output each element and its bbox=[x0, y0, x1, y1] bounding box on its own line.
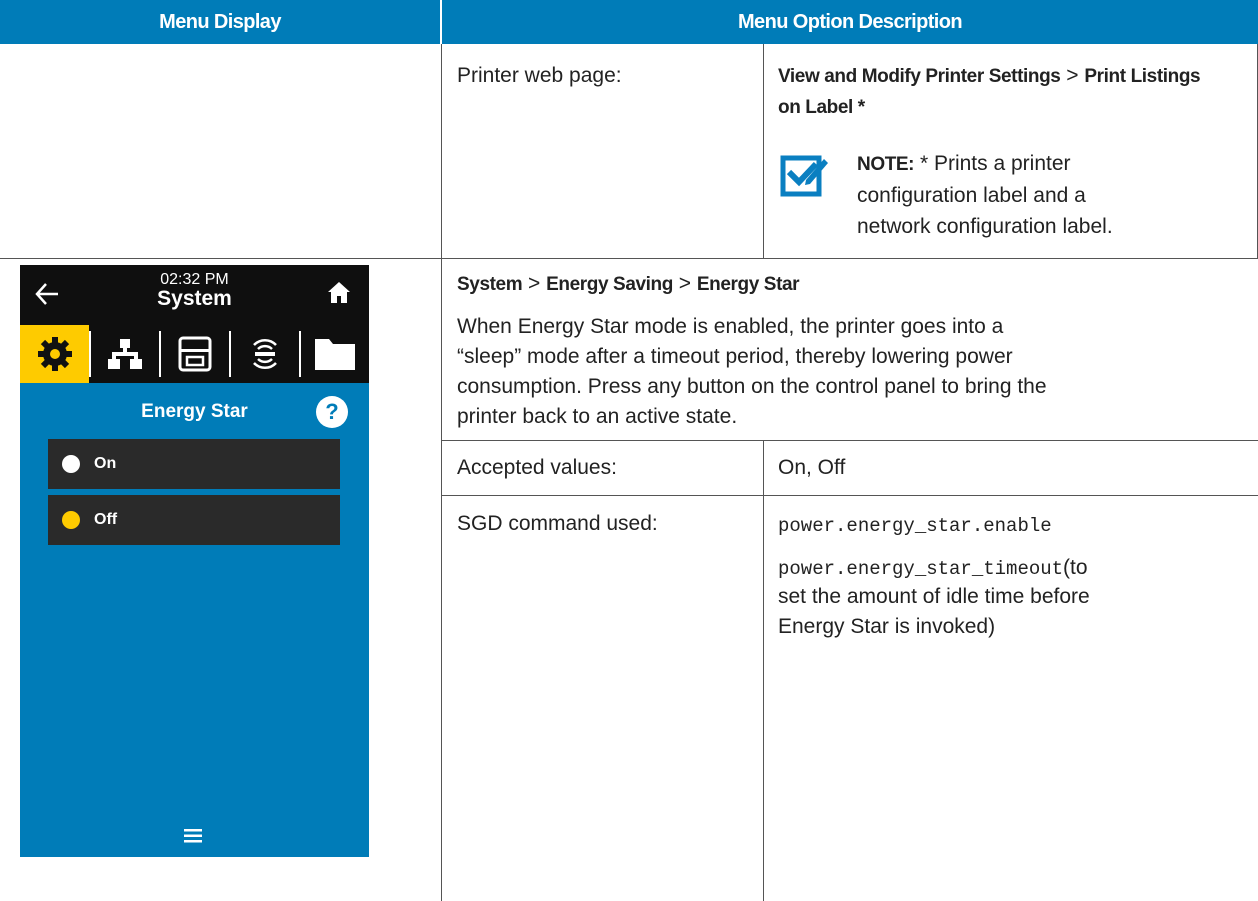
path-on-label: on Label * bbox=[778, 97, 865, 118]
sgd-note-line-1: set the amount of idle time before bbox=[778, 585, 1090, 608]
description-line-3: consumption. Press any button on the con… bbox=[457, 375, 1047, 398]
radio-unselected-icon bbox=[62, 455, 80, 473]
col-divider-main bbox=[441, 44, 442, 901]
note-line-1: * Prints a printer bbox=[919, 152, 1071, 175]
sgd-command-1: power.energy_star.enable bbox=[778, 515, 1052, 537]
note-icon bbox=[780, 150, 830, 200]
path-energy-saving: Energy Saving bbox=[546, 274, 673, 295]
tab-storage[interactable] bbox=[301, 325, 369, 383]
path-sep-1: > bbox=[528, 272, 541, 295]
sgd-command-2-suffix: (to bbox=[1063, 556, 1088, 579]
description-line-4: printer back to an active state. bbox=[457, 405, 738, 428]
energy-star-path: System > Energy Saving > Energy Star bbox=[457, 270, 800, 299]
option-off-label: Off bbox=[94, 511, 118, 528]
sgd-note: set the amount of idle time before Energ… bbox=[778, 582, 1248, 642]
col-divider-inner-row1 bbox=[763, 44, 764, 258]
accepted-values-label: Accepted values: bbox=[457, 456, 617, 479]
path-separator: > bbox=[1066, 64, 1079, 87]
wireless-icon bbox=[253, 338, 277, 370]
printer-web-page-path: View and Modify Printer Settings > Print… bbox=[778, 62, 1248, 91]
header-menu-display: Menu Display bbox=[0, 0, 440, 44]
header-menu-option-description: Menu Option Description bbox=[442, 0, 1258, 44]
path-system: System bbox=[457, 274, 523, 295]
tab-connection[interactable] bbox=[231, 325, 299, 383]
option-on-label: On bbox=[94, 455, 117, 472]
printer-display-screen: 02:32 PM System Energy Star ? On Off bbox=[20, 265, 369, 857]
option-off[interactable]: Off bbox=[48, 495, 340, 545]
radio-selected-icon bbox=[62, 511, 80, 529]
accepted-values-value: On, Off bbox=[778, 456, 846, 479]
row-divider-2 bbox=[441, 440, 1258, 441]
gear-icon bbox=[37, 337, 72, 371]
sgd-command-label: SGD command used: bbox=[457, 512, 658, 535]
hamburger-menu-icon[interactable] bbox=[180, 825, 208, 847]
note-text: NOTE: * Prints a printer configuration l… bbox=[857, 148, 1252, 242]
tab-network[interactable] bbox=[91, 325, 159, 383]
row-divider-3 bbox=[441, 495, 1258, 496]
description-line-1: When Energy Star mode is enabled, the pr… bbox=[457, 315, 1004, 338]
tab-system[interactable] bbox=[20, 325, 89, 383]
screen-tab-bar bbox=[20, 325, 369, 383]
folder-icon bbox=[315, 339, 355, 370]
note-line-2: configuration label and a bbox=[857, 184, 1086, 207]
home-icon[interactable] bbox=[326, 279, 352, 305]
screen-title-bar: 02:32 PM System bbox=[20, 265, 369, 325]
tab-print[interactable] bbox=[161, 325, 229, 383]
help-symbol: ? bbox=[325, 399, 339, 424]
path-view-modify-settings: View and Modify Printer Settings bbox=[778, 66, 1061, 87]
note-line-3: network configuration label. bbox=[857, 215, 1113, 238]
sgd-command-2: power.energy_star_timeout bbox=[778, 558, 1064, 580]
description-line-2: “sleep” mode after a timeout period, the… bbox=[457, 345, 1013, 368]
screen-title: System bbox=[157, 287, 232, 310]
sgd-command-2-line: power.energy_star_timeout(to bbox=[778, 554, 1248, 583]
path-print-listings: Print Listings bbox=[1084, 66, 1201, 87]
network-icon bbox=[108, 339, 142, 369]
energy-star-description: When Energy Star mode is enabled, the pr… bbox=[457, 312, 1247, 432]
row-divider-1 bbox=[0, 258, 1258, 259]
col-divider-inner-row2 bbox=[763, 441, 764, 901]
note-label: NOTE: bbox=[857, 154, 915, 175]
path-energy-star: Energy Star bbox=[696, 274, 800, 295]
sgd-note-line-2: Energy Star is invoked) bbox=[778, 615, 996, 638]
path-sep-2: > bbox=[678, 272, 692, 295]
printer-icon bbox=[178, 336, 212, 372]
header-menu-option-description-label: Menu Option Description bbox=[738, 10, 963, 33]
header-menu-display-label: Menu Display bbox=[159, 10, 281, 33]
help-icon[interactable]: ? bbox=[316, 396, 348, 428]
printer-web-page-label: Printer web page: bbox=[457, 64, 622, 87]
option-on[interactable]: On bbox=[48, 439, 340, 489]
